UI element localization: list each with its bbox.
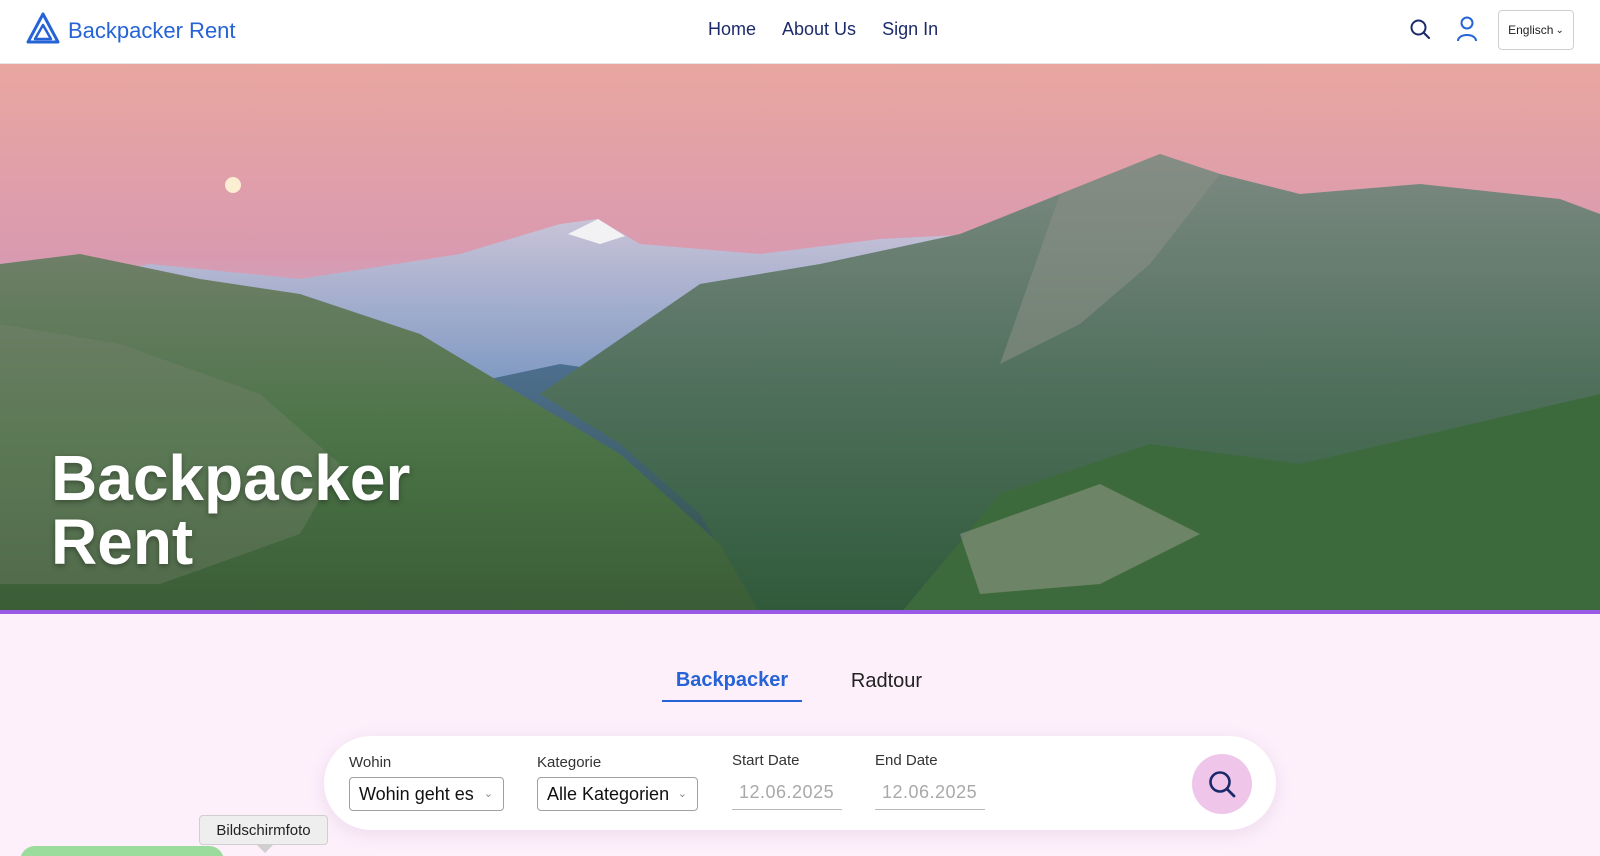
tooltip-arrow (256, 844, 274, 853)
screenshot-tooltip: Bildschirmfoto (199, 815, 328, 845)
user-icon[interactable] (1454, 16, 1480, 42)
tab-radtour[interactable]: Radtour (834, 660, 939, 702)
site-header: Backpacker Rent Home About Us Sign In En… (0, 0, 1600, 64)
where-select[interactable]: Wohin geht es ⌄ (349, 777, 504, 811)
category-select[interactable]: Alle Kategorien ⌄ (537, 777, 698, 811)
green-pill-button[interactable] (20, 846, 224, 856)
chevron-down-icon: ⌄ (677, 788, 687, 800)
search-icon[interactable] (1407, 16, 1433, 42)
nav-about-link[interactable]: About Us (782, 19, 856, 40)
search-icon (1209, 771, 1236, 798)
search-panel: Wohin Wohin geht es ⌄ Kategorie Alle Kat… (324, 736, 1276, 830)
tab-backpacker[interactable]: Backpacker (662, 660, 802, 702)
hero-banner: Backpacker Rent (0, 64, 1600, 614)
chevron-down-icon: ⌄ (483, 788, 493, 800)
language-select[interactable]: Englisch ⌄ (1498, 10, 1574, 50)
activity-tabs: Backpacker Radtour (0, 660, 1600, 704)
chevron-down-icon: ⌄ (1555, 24, 1564, 36)
end-date-input[interactable]: 12.06.2025 (875, 776, 985, 810)
category-select-value: Alle Kategorien (547, 783, 670, 804)
end-date-label: End Date (875, 752, 938, 769)
main-nav: Home About Us Sign In (708, 19, 938, 40)
hero-title-line2: Rent (51, 506, 194, 578)
brand-name: Backpacker Rent (68, 17, 236, 43)
category-label: Kategorie (537, 754, 602, 771)
hero-title-line1: Backpacker (51, 442, 411, 514)
language-label: Englisch (1508, 23, 1554, 37)
search-submit-button[interactable] (1192, 754, 1252, 814)
where-select-value: Wohin geht es (359, 783, 474, 804)
nav-home-link[interactable]: Home (708, 19, 756, 40)
mountain-triangle-icon (26, 12, 60, 49)
start-date-input[interactable]: 12.06.2025 (732, 776, 842, 810)
brand-logo-link[interactable]: Backpacker Rent (26, 12, 236, 49)
hero-title: Backpacker Rent (51, 446, 410, 574)
where-label: Wohin (349, 754, 392, 771)
tooltip-text: Bildschirmfoto (216, 821, 311, 839)
nav-signin-link[interactable]: Sign In (882, 19, 938, 40)
start-date-label: Start Date (732, 752, 800, 769)
